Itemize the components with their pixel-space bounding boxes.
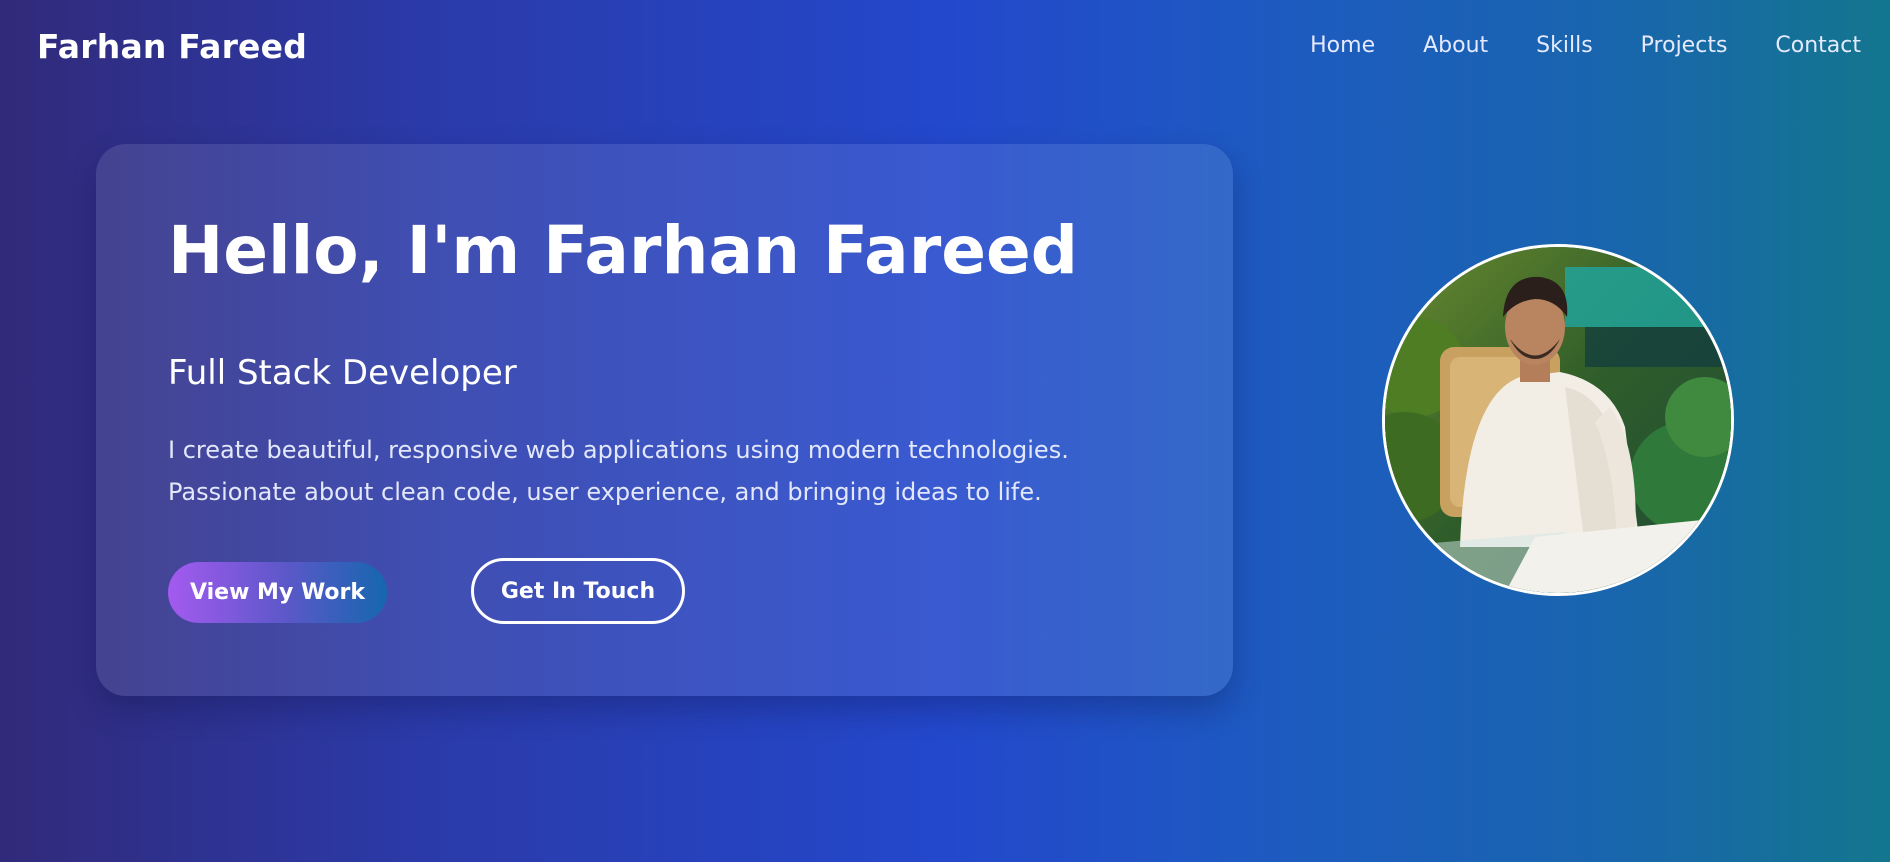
hero-description-line-2: Passionate about clean code, user experi… xyxy=(168,478,1042,506)
hero-description: I create beautiful, responsive web appli… xyxy=(168,429,1088,513)
nav-link-projects[interactable]: Projects xyxy=(1641,33,1728,58)
profile-photo-icon xyxy=(1385,247,1731,593)
nav-link-home[interactable]: Home xyxy=(1310,33,1375,58)
top-navigation: Farhan Fareed Home About Skills Projects… xyxy=(0,0,1890,94)
profile-photo-avatar xyxy=(1382,244,1734,596)
nav-link-about[interactable]: About xyxy=(1423,33,1488,58)
nav-link-contact[interactable]: Contact xyxy=(1775,33,1861,58)
hero-subtitle: Full Stack Developer xyxy=(168,353,517,393)
hero-title: Hello, I'm Farhan Fareed xyxy=(168,212,1079,289)
nav-links: Home About Skills Projects Contact xyxy=(1310,33,1861,58)
brand-logo-text[interactable]: Farhan Fareed xyxy=(37,27,307,66)
hero-description-line-1: I create beautiful, responsive web appli… xyxy=(168,436,1069,464)
view-my-work-button[interactable]: View My Work xyxy=(168,562,387,623)
hero-card: Hello, I'm Farhan Fareed Full Stack Deve… xyxy=(96,144,1233,696)
nav-link-skills[interactable]: Skills xyxy=(1536,33,1593,58)
get-in-touch-button[interactable]: Get In Touch xyxy=(471,558,685,624)
